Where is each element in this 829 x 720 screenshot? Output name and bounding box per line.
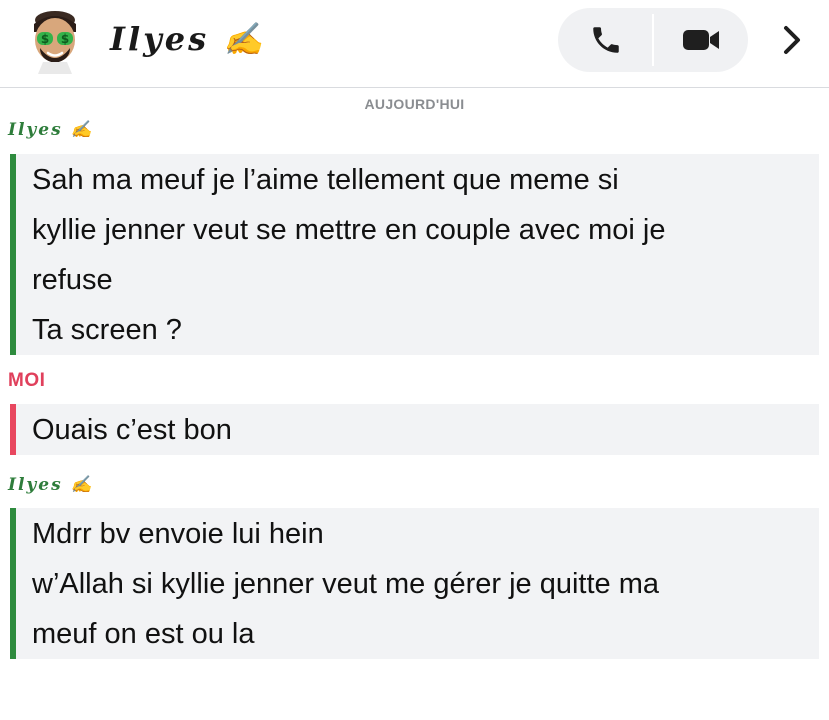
video-camera-icon bbox=[682, 30, 719, 50]
chevron-right-icon[interactable] bbox=[772, 18, 812, 62]
message-bubble[interactable]: Mdrr bv envoie lui hein w’Allah si kylli… bbox=[10, 508, 819, 659]
date-separator: AUJOURD'HUI bbox=[364, 96, 465, 112]
message-line: Ouais c’est bon bbox=[32, 414, 232, 446]
message-line: Mdrr bv envoie lui hein bbox=[32, 518, 324, 550]
svg-text:$: $ bbox=[61, 32, 69, 46]
sender-label: Ilyes ✍️ bbox=[8, 120, 94, 140]
call-actions bbox=[558, 8, 748, 72]
message-line: w’Allah si kyllie jenner veut me gérer j… bbox=[32, 568, 659, 600]
message-line: kyllie jenner veut se mettre en couple a… bbox=[32, 214, 666, 246]
message-line: meuf on est ou la bbox=[32, 618, 255, 650]
message-bubble[interactable]: Ouais c’est bon bbox=[10, 404, 819, 455]
message-bubble[interactable]: Sah ma meuf je l’aime tellement que meme… bbox=[10, 154, 819, 355]
phone-icon bbox=[592, 27, 619, 53]
svg-text:$: $ bbox=[41, 32, 49, 46]
sender-label-me: MOI bbox=[8, 370, 46, 391]
video-call-button[interactable] bbox=[653, 8, 748, 72]
message-line: Sah ma meuf je l’aime tellement que meme… bbox=[32, 164, 619, 196]
voice-call-button[interactable] bbox=[558, 8, 653, 72]
message-line: Ta screen ? bbox=[32, 314, 182, 346]
chat-header: $ $ Ilyes ✍️ bbox=[0, 0, 829, 88]
sender-label: Ilyes ✍️ bbox=[8, 475, 94, 495]
contact-name[interactable]: Ilyes ✍️ bbox=[110, 20, 266, 58]
money-eyes-avatar-icon[interactable]: $ $ bbox=[26, 10, 84, 74]
message-line: refuse bbox=[32, 264, 113, 296]
